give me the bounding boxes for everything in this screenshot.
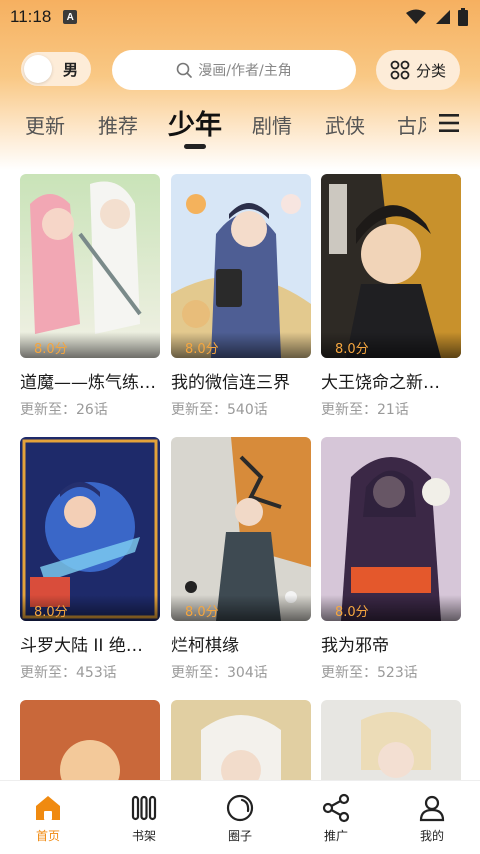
comic-title: 我的微信连三界 — [171, 373, 290, 393]
comic-score: 8.0分 — [171, 595, 311, 621]
tab-ancient[interactable]: 古风 — [397, 110, 426, 139]
status-icons — [406, 8, 468, 26]
search-icon — [176, 62, 193, 78]
comic-card[interactable]: 8.0分 斗罗大陆 II 绝… 更新至：453话 — [20, 437, 160, 682]
toggle-knob — [24, 55, 52, 83]
comic-cover — [321, 700, 461, 780]
tab-recommend[interactable]: 推荐 — [98, 110, 138, 139]
comic-grid: 8.0分 道魔——炼气练… 更新至：26话 8.0分 我的微信连三界 更新至：5… — [0, 174, 480, 780]
tab-shounen[interactable]: 少年 — [168, 103, 222, 142]
status-bar: 11:18 A — [0, 0, 480, 34]
nav-share[interactable]: 推广 — [288, 781, 384, 854]
gender-toggle[interactable]: 男 — [21, 52, 91, 86]
nav-bookshelf[interactable]: 书架 — [96, 781, 192, 854]
comic-cover: 8.0分 — [321, 174, 461, 358]
nav-profile[interactable]: 我的 — [384, 781, 480, 854]
comic-title: 斗罗大陆 II 绝… — [20, 636, 143, 656]
notification-icon: A — [63, 10, 78, 24]
comic-card[interactable]: 8.0分 我为邪帝 更新至：523话 — [321, 437, 461, 682]
comic-title: 我为邪帝 — [321, 636, 389, 656]
tab-wuxia[interactable]: 武侠 — [325, 110, 365, 139]
bottom-nav: 首页 书架 圈子 推广 我的 — [0, 780, 480, 854]
comic-card[interactable] — [171, 700, 311, 780]
category-tabs: 更新 推荐 少年 剧情 武侠 古风 — [0, 100, 480, 150]
comic-card[interactable] — [20, 700, 160, 780]
comic-title: 道魔——炼气练… — [20, 373, 156, 393]
comic-update: 更新至：21话 — [321, 402, 409, 418]
profile-icon — [419, 795, 445, 822]
comic-cover — [20, 700, 160, 780]
comic-card[interactable]: 8.0分 道魔——炼气练… 更新至：26话 — [20, 174, 160, 419]
share-icon — [322, 793, 350, 823]
circle-icon — [226, 794, 254, 822]
nav-label: 我的 — [419, 829, 444, 843]
gender-label: 男 — [63, 61, 79, 79]
nav-home[interactable]: 首页 — [0, 781, 96, 854]
home-icon — [36, 796, 60, 820]
nav-label: 书架 — [131, 829, 156, 843]
comic-update: 更新至：540话 — [171, 402, 268, 418]
comic-cover: 8.0分 — [171, 174, 311, 358]
category-label: 分类 — [415, 61, 446, 80]
status-time: 11:18 — [10, 7, 52, 26]
nav-label: 首页 — [35, 829, 60, 843]
comic-cover: 8.0分 — [171, 437, 311, 621]
search-placeholder: 漫画/作者/主角 — [198, 63, 292, 79]
category-button[interactable]: 分类 — [376, 50, 460, 90]
nav-label: 推广 — [323, 829, 348, 843]
bookshelf-icon — [131, 795, 157, 821]
comic-card[interactable] — [321, 700, 461, 780]
wifi-icon — [406, 9, 426, 24]
comic-update: 更新至：453话 — [20, 665, 117, 681]
comic-card[interactable]: 8.0分 大王饶命之新… 更新至：21话 — [321, 174, 461, 419]
comic-cover: 8.0分 — [20, 437, 160, 621]
comic-cover — [171, 700, 311, 780]
category-icon — [390, 60, 410, 80]
comic-title: 大王饶命之新… — [321, 373, 440, 393]
comic-title: 烂柯棋缘 — [171, 636, 239, 656]
comic-card[interactable]: 8.0分 烂柯棋缘 更新至：304话 — [171, 437, 311, 682]
signal-icon — [436, 10, 450, 24]
search-input[interactable]: 漫画/作者/主角 — [112, 50, 356, 90]
comic-score: 8.0分 — [20, 595, 160, 621]
comic-score: 8.0分 — [20, 332, 160, 358]
comic-update: 更新至：26话 — [20, 402, 108, 418]
menu-icon[interactable] — [437, 112, 461, 134]
comic-update: 更新至：304话 — [171, 665, 268, 681]
tab-drama[interactable]: 剧情 — [252, 110, 292, 139]
comic-card[interactable]: 8.0分 我的微信连三界 更新至：540话 — [171, 174, 311, 419]
comic-score: 8.0分 — [321, 595, 461, 621]
search-row: 男 漫画/作者/主角 分类 — [0, 50, 480, 90]
comic-update: 更新至：523话 — [321, 665, 418, 681]
tabs-scroll: 更新 推荐 少年 剧情 武侠 古风 — [0, 100, 426, 150]
comic-score: 8.0分 — [321, 332, 461, 358]
nav-circle[interactable]: 圈子 — [192, 781, 288, 854]
tab-update[interactable]: 更新 — [25, 110, 65, 139]
tab-indicator — [184, 144, 206, 149]
comic-cover: 8.0分 — [20, 174, 160, 358]
nav-label: 圈子 — [227, 829, 252, 843]
battery-icon — [458, 8, 468, 26]
comic-cover: 8.0分 — [321, 437, 461, 621]
comic-score: 8.0分 — [171, 332, 311, 358]
